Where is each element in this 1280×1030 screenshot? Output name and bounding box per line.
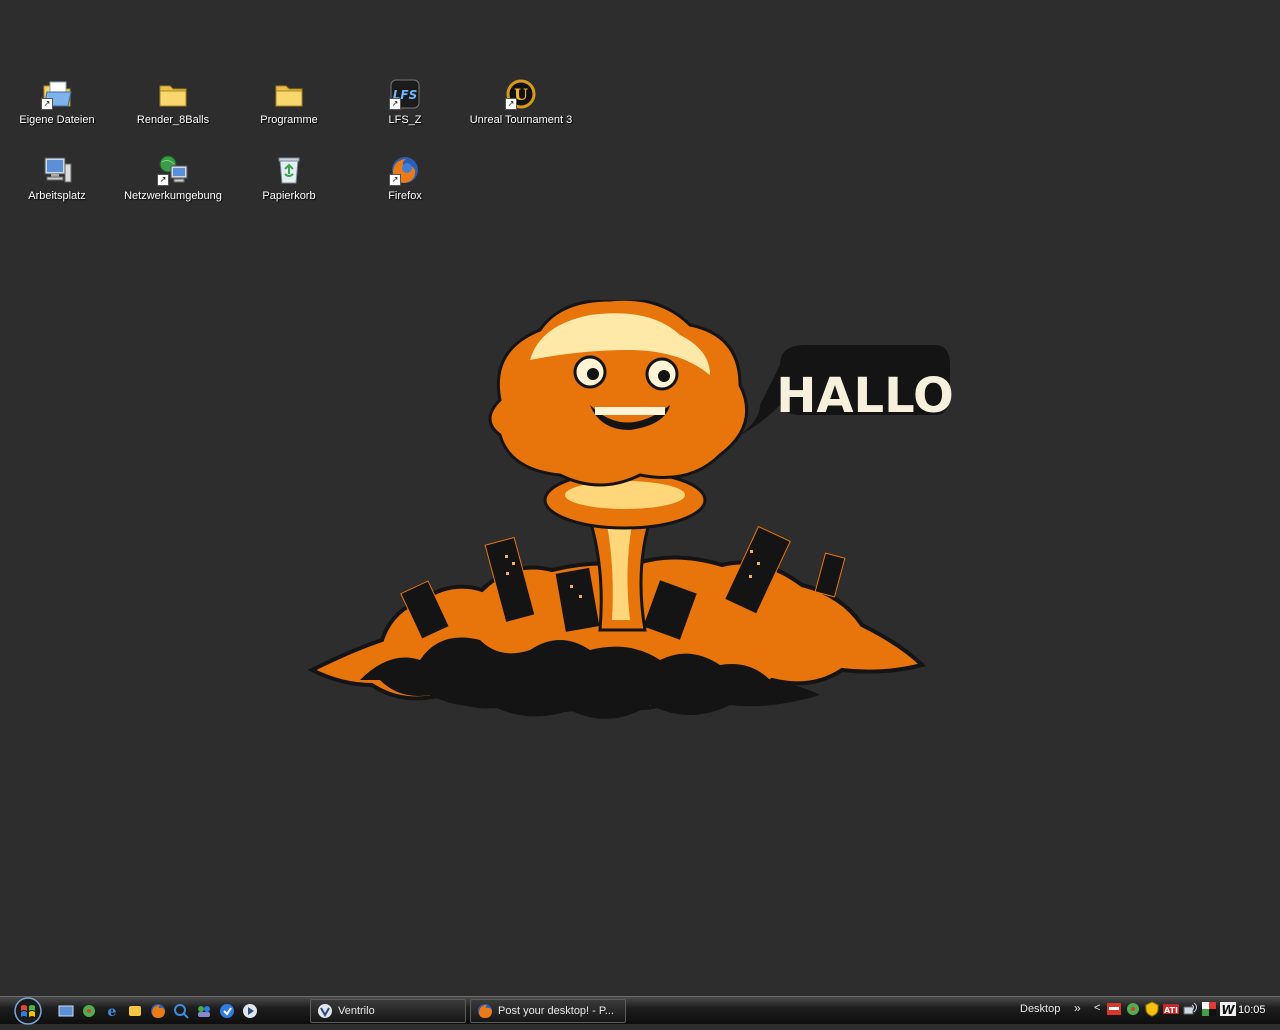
media-player-icon[interactable] bbox=[240, 1001, 259, 1020]
system-tray: ATI W bbox=[1106, 1001, 1236, 1017]
icon-label: Papierkorb bbox=[262, 190, 316, 202]
recycle-bin-icon bbox=[273, 154, 305, 186]
icon-label: LFS_Z bbox=[388, 114, 422, 126]
icq-tray-icon[interactable] bbox=[1125, 1001, 1141, 1017]
desktop-icon-programme[interactable]: Programme bbox=[234, 78, 344, 126]
desktop-icon-unreal-tournament-3[interactable]: U ↗ Unreal Tournament 3 bbox=[466, 78, 576, 126]
network-places-icon: ↗ bbox=[157, 154, 189, 186]
icon-label: Unreal Tournament 3 bbox=[469, 114, 573, 126]
show-desktop-icon[interactable] bbox=[56, 1001, 75, 1020]
desktop-icon-render-8balls[interactable]: Render_8Balls bbox=[118, 78, 228, 126]
icq-icon[interactable] bbox=[79, 1001, 98, 1020]
desktop-icon-netzwerkumgebung[interactable]: ↗ Netzwerkumgebung bbox=[118, 154, 228, 202]
svg-text:W: W bbox=[1221, 1003, 1235, 1017]
start-button[interactable] bbox=[8, 997, 48, 1025]
windows-update-icon[interactable] bbox=[217, 1001, 236, 1020]
antivirus-icon[interactable] bbox=[1106, 1001, 1122, 1017]
icon-label: Firefox bbox=[388, 190, 422, 202]
my-documents-icon: ↗ bbox=[41, 78, 73, 110]
shortcut-arrow-icon: ↗ bbox=[41, 98, 53, 110]
icon-label: Eigene Dateien bbox=[19, 114, 95, 126]
desktop-icon-arbeitsplatz[interactable]: Arbeitsplatz bbox=[2, 154, 112, 202]
shortcut-arrow-icon: ↗ bbox=[157, 174, 169, 186]
toolbar-chevron-icon[interactable]: » bbox=[1074, 1001, 1081, 1015]
firefox-icon: ↗ bbox=[389, 154, 421, 186]
task-button-firefox[interactable]: Post your desktop! - P... bbox=[470, 999, 626, 1023]
winamp-icon[interactable]: W bbox=[1220, 1001, 1236, 1017]
shortcut-arrow-icon: ↗ bbox=[505, 98, 517, 110]
internet-explorer-icon[interactable]: e bbox=[102, 1001, 121, 1020]
folder-icon bbox=[157, 78, 189, 110]
folder-icon bbox=[273, 78, 305, 110]
icon-label: Arbeitsplatz bbox=[28, 190, 86, 202]
icon-label: Render_8Balls bbox=[136, 114, 210, 126]
svg-text:ATI: ATI bbox=[1164, 1006, 1178, 1015]
speech-bubble-text: HALLO bbox=[776, 368, 954, 424]
desktop-icon-papierkorb[interactable]: Papierkorb bbox=[234, 154, 344, 202]
task-button-label: Ventrilo bbox=[338, 1005, 375, 1017]
wallpaper-mushroom-cloud: HALLO bbox=[307, 300, 954, 719]
network-icon[interactable] bbox=[1182, 1001, 1198, 1017]
my-computer-icon bbox=[41, 154, 73, 186]
task-button-label: Post your desktop! - P... bbox=[498, 1005, 614, 1017]
icon-label: Netzwerkumgebung bbox=[124, 190, 222, 202]
icon-label: Programme bbox=[260, 114, 318, 126]
quick-launch-bar: e bbox=[56, 1001, 259, 1021]
svg-text:e: e bbox=[107, 1004, 116, 1019]
shortcut-arrow-icon: ↗ bbox=[389, 174, 401, 186]
taskbar: e Ventrilo Post your desktop! - P... Des… bbox=[0, 996, 1280, 1025]
desktop-icon-lfs-z[interactable]: LFS ↗ LFS_Z bbox=[350, 78, 460, 126]
shortcut-arrow-icon: ↗ bbox=[389, 98, 401, 110]
tray-expand-icon[interactable]: < bbox=[1094, 1002, 1100, 1014]
firefox-icon bbox=[478, 1004, 492, 1018]
ati-icon[interactable]: ATI bbox=[1163, 1001, 1179, 1017]
ventrilo-icon bbox=[318, 1004, 332, 1018]
messenger-icon[interactable] bbox=[125, 1001, 144, 1020]
desktop-toolbar-label[interactable]: Desktop bbox=[1020, 1003, 1060, 1015]
task-button-ventrilo[interactable]: Ventrilo bbox=[310, 999, 466, 1023]
desktop-icon-firefox[interactable]: ↗ Firefox bbox=[350, 154, 460, 202]
browser-icon[interactable] bbox=[171, 1001, 190, 1020]
color-icon[interactable] bbox=[1201, 1001, 1217, 1017]
desktop-icon-eigene-dateien[interactable]: ↗ Eigene Dateien bbox=[2, 78, 112, 126]
firefox-icon[interactable] bbox=[148, 1001, 167, 1020]
desktop: ↗ Eigene Dateien Render_8Balls Programme… bbox=[0, 0, 1280, 996]
shield-icon[interactable] bbox=[1144, 1001, 1160, 1017]
unreal-tournament-icon: U ↗ bbox=[505, 78, 537, 110]
msn-icon[interactable] bbox=[194, 1001, 213, 1020]
clock[interactable]: 10:05 bbox=[1238, 1004, 1266, 1016]
lfs-icon: LFS ↗ bbox=[389, 78, 421, 110]
